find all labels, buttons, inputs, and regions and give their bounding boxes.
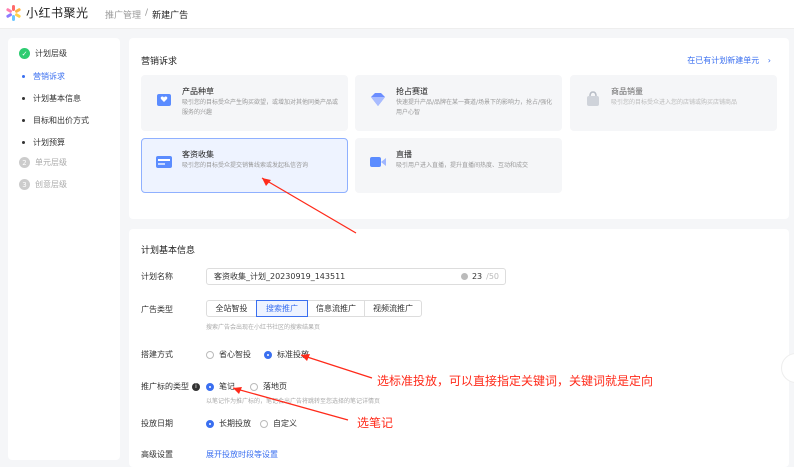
- target-option-landing[interactable]: 落地页: [250, 381, 287, 392]
- info-icon[interactable]: i: [192, 382, 200, 391]
- radio-icon: [206, 350, 214, 359]
- clear-icon[interactable]: [460, 273, 468, 280]
- plan-name-input[interactable]: 客资收集_计划_20230919_143511 23/50: [206, 268, 506, 285]
- breadcrumb-current: 新建广告: [152, 11, 189, 21]
- sidebar-step-plan-level[interactable]: ✓ 计划层级: [19, 48, 67, 59]
- build-option-standard[interactable]: 标准投放: [264, 349, 309, 360]
- shopping-bag-icon: [587, 91, 599, 106]
- ad-type-option-search[interactable]: 搜索推广: [256, 300, 308, 317]
- form-card-icon: [156, 156, 172, 168]
- bullet-icon: [22, 141, 25, 144]
- expand-advanced-link[interactable]: 展开投放时段等设置: [206, 449, 278, 460]
- target-option-note[interactable]: 笔记: [206, 381, 235, 392]
- date-label: 投放日期: [141, 419, 173, 428]
- breadcrumb-parent[interactable]: 推广管理: [105, 8, 141, 21]
- radio-icon: [260, 419, 268, 428]
- spotlight-logo-icon: [5, 4, 21, 21]
- sidebar-step-label: 单元层级: [35, 158, 67, 167]
- date-option-long-term[interactable]: 长期投放: [206, 418, 251, 429]
- section-title: 营销诉求: [141, 57, 178, 67]
- goal-card-sales[interactable]: 商品销量 吸引您的目标受众进入您的店铺或购买店铺商品: [570, 75, 777, 131]
- app-logo[interactable]: 小红书聚光: [5, 4, 89, 21]
- sidebar-item-label: 营销诉求: [33, 72, 65, 81]
- char-counter: 23/50: [460, 272, 499, 281]
- sidebar-item-target-bid[interactable]: 目标和出价方式: [19, 115, 89, 126]
- plan-name-value: 客资收集_计划_20230919_143511: [214, 272, 346, 281]
- sidebar-item-basic-info[interactable]: 计划基本信息: [19, 93, 81, 104]
- char-count: 23: [471, 272, 483, 281]
- advanced-settings-label: 高级设置: [141, 450, 173, 459]
- radio-label: 落地页: [263, 382, 287, 391]
- sidebar-item-budget[interactable]: 计划预算: [19, 137, 65, 148]
- build-mode-label: 搭建方式: [141, 350, 173, 359]
- bullet-icon: [22, 97, 25, 100]
- radio-label: 笔记: [219, 382, 235, 391]
- check-icon: ✓: [19, 48, 30, 59]
- new-unit-link[interactable]: 在已有计划新建单元 ›: [687, 55, 771, 66]
- ad-type-option-video[interactable]: 视频流推广: [364, 300, 422, 317]
- radio-selected-icon: [206, 382, 214, 391]
- app-name: 小红书聚光: [26, 6, 89, 20]
- ad-type-label: 广告类型: [141, 305, 173, 314]
- sidebar-step-unit-level[interactable]: 2 单元层级: [19, 157, 67, 168]
- sidebar-item-label: 计划预算: [33, 138, 65, 147]
- radio-label: 省心智投: [219, 350, 251, 359]
- sidebar-item-marketing-goal[interactable]: 营销诉求: [19, 71, 65, 82]
- bullet-icon: [22, 119, 25, 122]
- radio-label: 标准投放: [277, 350, 309, 359]
- ad-type-option-smart[interactable]: 全站智投: [206, 300, 257, 317]
- plan-name-label: 计划名称: [141, 272, 173, 281]
- sidebar-item-label: 目标和出价方式: [33, 116, 89, 125]
- card-description: 吸引您的目标受众进入您的店铺或购买店铺商品: [611, 99, 738, 106]
- card-title: 商品销量: [611, 87, 643, 96]
- build-option-smart[interactable]: 省心智投: [206, 349, 251, 360]
- goal-card-track[interactable]: 抢占赛道 快速提升产品/品牌在某一赛道/场景下的影响力，抢占/强化用户心智: [355, 75, 562, 131]
- bullet-icon: [22, 75, 25, 78]
- heart-bag-icon: [157, 94, 171, 106]
- chevron-right-icon: ›: [767, 56, 771, 65]
- radio-label: 自定义: [273, 419, 297, 428]
- radio-label: 长期投放: [219, 419, 251, 428]
- sidebar-step-creative-level[interactable]: 3 创意层级: [19, 179, 67, 190]
- card-description: 吸引用户进入直播，提升直播间热度、互动和成交: [396, 162, 529, 169]
- promo-target-label-text: 推广标的类型: [141, 382, 189, 391]
- char-max: /50: [486, 272, 499, 281]
- goal-card-live[interactable]: 直播 吸引用户进入直播，提升直播间热度、互动和成交: [355, 138, 562, 193]
- radio-selected-icon: [264, 350, 272, 359]
- basic-info-panel: 计划基本信息: [129, 229, 789, 467]
- goal-card-seeding[interactable]: 产品种草 吸引您的目标受众产生购买欲望，或增加对其他同类产品或服务的兴趣: [141, 75, 348, 131]
- card-description: 吸引您的目标受众产生购买欲望，或增加对其他同类产品或服务的兴趣: [182, 99, 339, 116]
- ad-type-option-feed[interactable]: 信息流推广: [307, 300, 365, 317]
- breadcrumb: 推广管理 / 新建广告: [105, 8, 188, 21]
- sidebar-step-label: 创意层级: [35, 180, 67, 189]
- annotation-standard-mode: 选标准投放，可以直接指定关键词，关键词就是定向: [377, 374, 654, 388]
- sidebar-item-label: 计划基本信息: [33, 94, 81, 103]
- card-description: 吸引您的目标受众提交销售线索或发起私信咨询: [182, 162, 309, 169]
- step-number-badge: 2: [19, 157, 30, 168]
- new-unit-link-label: 在已有计划新建单元: [687, 56, 760, 65]
- card-title: 抢占赛道: [396, 87, 428, 96]
- card-title: 产品种草: [182, 87, 214, 96]
- step-number-badge: 3: [19, 179, 30, 190]
- goal-card-lead-collection[interactable]: 客资收集 吸引您的目标受众提交销售线索或发起私信咨询: [141, 138, 348, 193]
- ad-type-hint: 搜索广告会出现在小红书社区的搜索结果页: [206, 324, 321, 331]
- video-camera-icon: [370, 157, 386, 167]
- card-title: 客资收集: [182, 150, 214, 159]
- promo-target-label: 推广标的类型 i: [141, 381, 200, 392]
- section-title: 计划基本信息: [141, 246, 196, 256]
- card-title: 直播: [396, 150, 412, 159]
- annotation-choose-note: 选笔记: [357, 416, 394, 430]
- promo-target-hint: 以笔记作为推广标的，笔记会出广告将跳转至您选择的笔记详情页: [206, 398, 381, 405]
- radio-icon: [250, 382, 258, 391]
- top-bar: 小红书聚光 推广管理 / 新建广告: [0, 0, 794, 29]
- diamond-icon: [371, 93, 385, 106]
- date-option-custom[interactable]: 自定义: [260, 418, 297, 429]
- card-description: 快速提升产品/品牌在某一赛道/场景下的影响力，抢占/强化用户心智: [396, 99, 553, 116]
- breadcrumb-separator: /: [145, 8, 149, 18]
- sidebar-step-label: 计划层级: [35, 49, 67, 58]
- radio-selected-icon: [206, 419, 214, 428]
